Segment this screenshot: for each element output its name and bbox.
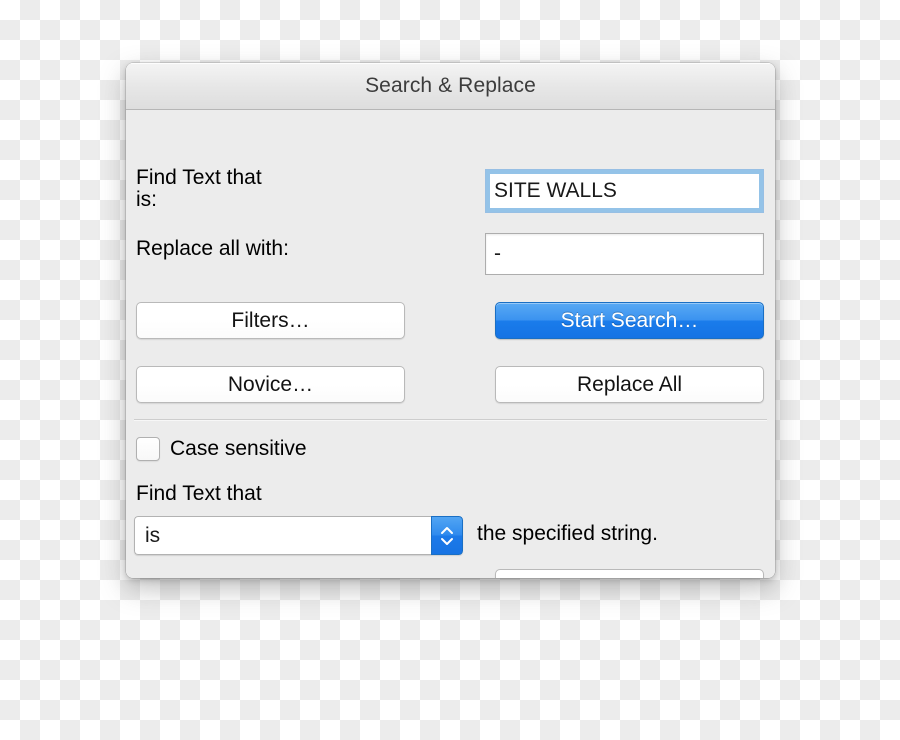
replace-all-button[interactable]: Replace All [495,366,764,403]
condition-select-field[interactable]: is [134,516,431,555]
condition-suffix-label: the specified string. [477,522,658,545]
chevron-up-down-icon[interactable] [431,516,463,555]
close-button[interactable]: Close [495,569,764,578]
start-search-button[interactable]: Start Search… [495,302,764,339]
condition-label: Find Text that [136,482,262,505]
case-sensitive-row[interactable]: Case sensitive [136,437,307,461]
section-divider [134,419,767,420]
filters-button[interactable]: Filters… [136,302,405,339]
replace-all-label: Replace all with: [136,237,289,260]
case-sensitive-checkbox[interactable] [136,437,160,461]
dialog-titlebar: Search & Replace [126,63,775,110]
replace-all-value: - [494,242,501,265]
find-text-label: Find Text that is: [136,166,262,212]
novice-button[interactable]: Novice… [136,366,405,403]
condition-select[interactable]: is [134,516,463,555]
find-text-value: SITE WALLS [494,179,617,202]
replace-all-input[interactable]: - [485,233,764,275]
dialog-title: Search & Replace [365,74,536,97]
search-replace-dialog: Search & Replace Find Text that is: SITE… [126,63,775,578]
case-sensitive-label: Case sensitive [170,437,307,460]
condition-select-value: is [145,523,161,547]
dialog-content: Find Text that is: SITE WALLS Replace al… [126,110,775,578]
find-text-input[interactable]: SITE WALLS [485,169,764,213]
